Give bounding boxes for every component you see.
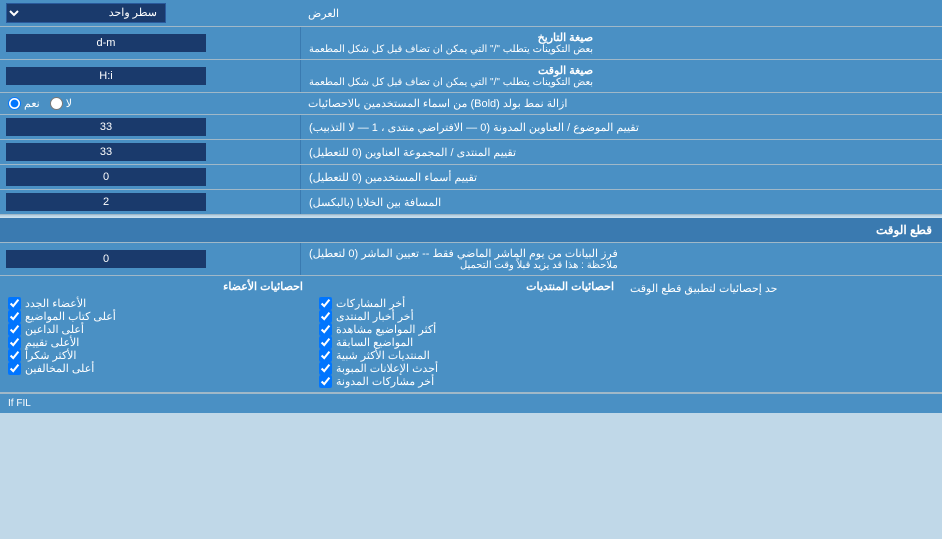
gap-row: المسافة بين الخلايا (بالبكسل) — [0, 190, 942, 215]
checkbox-input[interactable] — [319, 375, 332, 388]
time-cut-header: قطع الوقت — [0, 218, 942, 243]
checkbox-item: الأعضاء الجدد — [8, 297, 303, 310]
display-label: العرض — [300, 0, 942, 26]
time-format-input[interactable] — [6, 67, 206, 85]
checkbox-input[interactable] — [8, 310, 21, 323]
date-format-input[interactable] — [6, 34, 206, 52]
checkbox-input[interactable] — [319, 323, 332, 336]
time-format-label: صيغة الوقت بعض التكوينات يتطلب "/" التي … — [300, 60, 942, 92]
checkbox-input[interactable] — [319, 362, 332, 375]
time-cut-input[interactable] — [6, 250, 206, 268]
footer: If FIL — [0, 393, 942, 413]
checkbox-item: أخر المشاركات — [319, 297, 614, 310]
checkbox-input[interactable] — [8, 323, 21, 336]
forum-sort-label: تقييم المنتدى / المجموعة العناوين (0 للت… — [300, 140, 942, 164]
bold-yes-radio[interactable] — [8, 97, 21, 110]
checkbox-item: الأكثر شكراً — [8, 349, 303, 362]
stats-section: حد إحصائيات لتطبيق قطع الوقت احصائيات ال… — [0, 276, 942, 393]
time-cut-label: فرز البيانات من يوم الماشر الماضي فقط --… — [300, 243, 942, 275]
gap-input[interactable] — [6, 193, 206, 211]
checkbox-input[interactable] — [8, 297, 21, 310]
forum-sort-input[interactable] — [6, 143, 206, 161]
forum-sort-row: تقييم المنتدى / المجموعة العناوين (0 للت… — [0, 140, 942, 165]
gap-label: المسافة بين الخلايا (بالبكسل) — [300, 190, 942, 214]
checkbox-item: أخر أخبار المنتدى — [319, 310, 614, 323]
checkbox-item: أعلى كتاب المواضيع — [8, 310, 303, 323]
checkbox-item: المواضيع السابقة — [319, 336, 614, 349]
checkbox-col2: احصائيات الأعضاء الأعضاء الجدد أعلى كتاب… — [0, 276, 311, 392]
subject-sort-label: تقييم الموضوع / العناوين المدونة (0 — ال… — [300, 115, 942, 139]
username-sort-row: تقييم أسماء المستخدمين (0 للتعطيل) — [0, 165, 942, 190]
username-sort-label: تقييم أسماء المستخدمين (0 للتعطيل) — [300, 165, 942, 189]
time-format-input-cell — [0, 60, 300, 92]
bold-input-cell: لا نعم — [0, 93, 300, 114]
time-cut-input-cell — [0, 243, 300, 275]
time-cut-row: فرز البيانات من يوم الماشر الماضي فقط --… — [0, 243, 942, 276]
footer-text: If FIL — [8, 398, 31, 409]
bold-label: ازالة نمط بولد (Bold) من اسماء المستخدمي… — [300, 93, 942, 114]
col2-header: احصائيات الأعضاء — [8, 280, 303, 293]
checkbox-input[interactable] — [319, 349, 332, 362]
checkbox-item: أعلى المخالفين — [8, 362, 303, 375]
subject-sort-input[interactable] — [6, 118, 206, 136]
bold-yes-option[interactable]: نعم — [8, 97, 40, 110]
checkbox-input[interactable] — [8, 349, 21, 362]
checkboxes-container: احصائيات المنتديات أخر المشاركات أخر أخب… — [0, 276, 622, 392]
gap-input-cell — [0, 190, 300, 214]
bold-no-option[interactable]: لا — [50, 97, 72, 110]
checkbox-item: أكثر المواضيع مشاهدة — [319, 323, 614, 336]
display-row: العرض سطر واحد سطرين ثلاثة أسطر — [0, 0, 942, 27]
username-sort-input-cell — [0, 165, 300, 189]
main-container: العرض سطر واحد سطرين ثلاثة أسطر صيغة الت… — [0, 0, 942, 413]
time-format-row: صيغة الوقت بعض التكوينات يتطلب "/" التي … — [0, 60, 942, 93]
checkbox-col1: احصائيات المنتديات أخر المشاركات أخر أخب… — [311, 276, 622, 392]
stats-limit-label: حد إحصائيات لتطبيق قطع الوقت — [622, 276, 942, 392]
subject-sort-input-cell — [0, 115, 300, 139]
checkbox-input[interactable] — [319, 297, 332, 310]
bold-row: ازالة نمط بولد (Bold) من اسماء المستخدمي… — [0, 93, 942, 115]
date-format-label: صيغة التاريخ بعض التكوينات يتطلب "/" الت… — [300, 27, 942, 59]
checkbox-item: أخر مشاركات المدونة — [319, 375, 614, 388]
bold-no-radio[interactable] — [50, 97, 63, 110]
date-format-input-cell — [0, 27, 300, 59]
checkbox-item: أحدث الإعلانات المبوبة — [319, 362, 614, 375]
checkbox-input[interactable] — [8, 362, 21, 375]
checkbox-input[interactable] — [319, 310, 332, 323]
checkbox-item: الأعلى تقييم — [8, 336, 303, 349]
username-sort-input[interactable] — [6, 168, 206, 186]
date-format-row: صيغة التاريخ بعض التكوينات يتطلب "/" الت… — [0, 27, 942, 60]
checkbox-input[interactable] — [319, 336, 332, 349]
subject-sort-row: تقييم الموضوع / العناوين المدونة (0 — ال… — [0, 115, 942, 140]
checkbox-input[interactable] — [8, 336, 21, 349]
display-dropdown[interactable]: سطر واحد سطرين ثلاثة أسطر — [6, 3, 166, 23]
col1-header: احصائيات المنتديات — [319, 280, 614, 293]
checkbox-item: أعلى الداعين — [8, 323, 303, 336]
display-input-cell: سطر واحد سطرين ثلاثة أسطر — [0, 0, 300, 26]
forum-sort-input-cell — [0, 140, 300, 164]
checkbox-item: المنتديات الأكثر شبية — [319, 349, 614, 362]
